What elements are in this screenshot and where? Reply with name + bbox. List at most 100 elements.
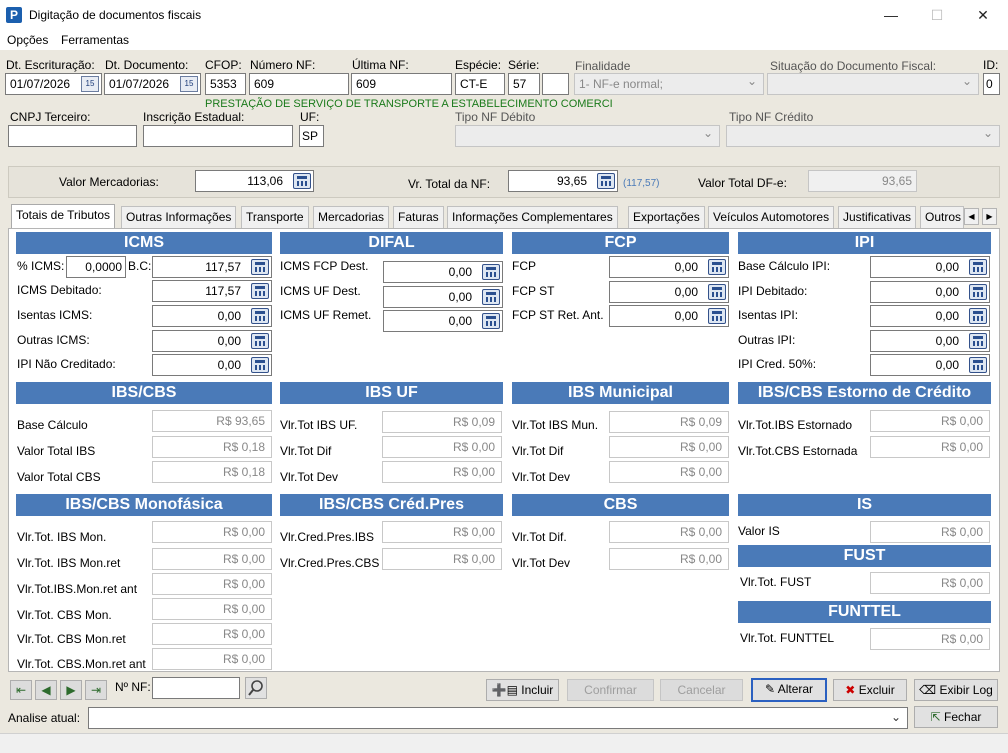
cbs-row-0-field: R$ 0,00 bbox=[609, 521, 729, 543]
ultima-nf-field[interactable]: 609 bbox=[351, 73, 452, 95]
tab-exportacoes[interactable]: Exportações bbox=[628, 206, 705, 228]
difal-row-2-field[interactable]: 0,00 bbox=[383, 310, 503, 332]
difal-row-1-field[interactable]: 0,00 bbox=[383, 286, 503, 308]
tipo-credito-select[interactable] bbox=[726, 125, 1000, 147]
calculator-icon[interactable] bbox=[969, 308, 987, 324]
calculator-icon[interactable] bbox=[969, 357, 987, 373]
ipi-row-1-field[interactable]: 0,00 bbox=[870, 281, 990, 303]
finalidade-select[interactable]: 1- NF-e normal; bbox=[574, 73, 764, 95]
tab-totais-tributos[interactable]: Totais de Tributos bbox=[11, 204, 116, 229]
mono-row-4-value: R$ 0,00 bbox=[222, 627, 265, 641]
vr-total-nf-field[interactable]: 93,65 bbox=[508, 170, 618, 192]
calculator-icon[interactable] bbox=[251, 357, 269, 373]
tab-outras-informacoes[interactable]: Outras Informações bbox=[121, 206, 237, 228]
ibsmun-row-0-field: R$ 0,09 bbox=[609, 411, 729, 433]
first-record-icon[interactable]: ⇤ bbox=[10, 680, 32, 700]
calculator-icon[interactable] bbox=[293, 173, 311, 189]
ibscbs-row-1-label: Valor Total IBS bbox=[17, 444, 96, 458]
fechar-button[interactable]: ⇱ Fechar bbox=[914, 706, 998, 728]
calculator-icon[interactable] bbox=[482, 264, 500, 280]
next-record-icon[interactable]: ▶ bbox=[60, 680, 82, 700]
cfop-field[interactable]: 5353 bbox=[205, 73, 246, 95]
calculator-icon[interactable] bbox=[482, 313, 500, 329]
finalidade-value: 1- NF-e normal; bbox=[579, 77, 664, 91]
calculator-icon[interactable] bbox=[251, 283, 269, 299]
excluir-button[interactable]: ✖ Excluir bbox=[833, 679, 907, 701]
credpres-row-0-label: Vlr.Cred.Pres.IBS bbox=[280, 530, 375, 544]
mono-row-1-field: R$ 0,00 bbox=[152, 548, 272, 570]
calculator-icon[interactable] bbox=[251, 308, 269, 324]
tab-justificativas[interactable]: Justificativas bbox=[838, 206, 917, 228]
last-record-icon[interactable]: ⇥ bbox=[85, 680, 107, 700]
tab-scroll-left-icon[interactable]: ◀ bbox=[964, 208, 979, 225]
incluir-button[interactable]: ➕▤ Incluir bbox=[486, 679, 559, 701]
pct-icms-field[interactable]: 0,0000 bbox=[66, 256, 126, 278]
ipi-row-3-field[interactable]: 0,00 bbox=[870, 330, 990, 352]
id-field[interactable]: 0 bbox=[983, 73, 1000, 95]
tipo-debito-select[interactable] bbox=[455, 125, 720, 147]
cancelar-button[interactable]: Cancelar bbox=[660, 679, 743, 701]
dt-escrituracao-field[interactable]: 01/07/2026 15 bbox=[5, 73, 102, 95]
tab-transporte[interactable]: Transporte bbox=[241, 206, 309, 228]
analise-select[interactable]: ⌄ bbox=[88, 707, 908, 729]
ibscbs-row-0-label: Base Cálculo bbox=[17, 418, 88, 432]
calculator-icon[interactable] bbox=[482, 289, 500, 305]
ie-field[interactable] bbox=[143, 125, 293, 147]
tab-veiculos-automotores[interactable]: Veículos Automotores bbox=[708, 206, 835, 228]
icms-row-1-field[interactable]: 0,00 bbox=[152, 305, 272, 327]
estorno-row-0-field: R$ 0,00 bbox=[870, 410, 990, 432]
calendar-icon[interactable]: 15 bbox=[81, 76, 99, 92]
menu-ferramentas[interactable]: Ferramentas bbox=[61, 33, 129, 47]
calculator-icon[interactable] bbox=[708, 259, 726, 275]
calendar-icon[interactable]: 15 bbox=[180, 76, 198, 92]
maximize-button[interactable]: ☐ bbox=[914, 0, 960, 30]
calculator-icon[interactable] bbox=[597, 173, 615, 189]
calculator-icon[interactable] bbox=[969, 284, 987, 300]
nf-search-field[interactable] bbox=[152, 677, 240, 699]
calculator-icon[interactable] bbox=[708, 284, 726, 300]
difal-row-0-field[interactable]: 0,00 bbox=[383, 261, 503, 283]
fcp-row-2-field[interactable]: 0,00 bbox=[609, 305, 729, 327]
exibir-log-button[interactable]: ⌫ Exibir Log bbox=[914, 679, 998, 701]
icms-row-3-field[interactable]: 0,00 bbox=[152, 354, 272, 376]
calculator-icon[interactable] bbox=[251, 259, 269, 275]
calculator-icon[interactable] bbox=[969, 333, 987, 349]
excluir-label: Excluir bbox=[858, 683, 895, 697]
tab-informacoes-complementares[interactable]: Informações Complementares bbox=[447, 206, 618, 228]
difal-row-2-label: ICMS UF Remet. bbox=[280, 308, 372, 322]
icms-row-0-field[interactable]: 117,57 bbox=[152, 280, 272, 302]
situacao-select[interactable] bbox=[767, 73, 979, 95]
calculator-icon[interactable] bbox=[708, 308, 726, 324]
serie-subserie-field[interactable] bbox=[542, 73, 569, 95]
ipi-row-4-field[interactable]: 0,00 bbox=[870, 354, 990, 376]
tab-outros[interactable]: Outros bbox=[920, 206, 964, 228]
tab-faturas[interactable]: Faturas bbox=[393, 206, 444, 228]
fcp-row-0-field[interactable]: 0,00 bbox=[609, 256, 729, 278]
cnpj-field[interactable] bbox=[8, 125, 137, 147]
calculator-icon[interactable] bbox=[251, 333, 269, 349]
fcp-row-1-field[interactable]: 0,00 bbox=[609, 281, 729, 303]
tipo-debito-label: Tipo NF Débito bbox=[455, 110, 536, 124]
bc-field[interactable]: 117,57 bbox=[152, 256, 272, 278]
icms-row-0-label: ICMS Debitado: bbox=[17, 283, 102, 297]
menu-opcoes[interactable]: Opções bbox=[7, 33, 48, 47]
alterar-button[interactable]: ✎ Alterar bbox=[751, 678, 827, 702]
ipi-row-2-field[interactable]: 0,00 bbox=[870, 305, 990, 327]
prev-record-icon[interactable]: ◀ bbox=[35, 680, 57, 700]
serie-field[interactable]: 57 bbox=[508, 73, 540, 95]
confirmar-button[interactable]: Confirmar bbox=[567, 679, 654, 701]
ipi-row-1-label: IPI Debitado: bbox=[738, 284, 808, 298]
icms-row-2-field[interactable]: 0,00 bbox=[152, 330, 272, 352]
valor-mercadorias-field[interactable]: 113,06 bbox=[195, 170, 314, 192]
tab-mercadorias[interactable]: Mercadorias bbox=[313, 206, 390, 228]
ipi-row-0-field[interactable]: 0,00 bbox=[870, 256, 990, 278]
especie-field[interactable]: CT-E bbox=[455, 73, 505, 95]
numero-nf-field[interactable]: 609 bbox=[249, 73, 349, 95]
calculator-icon[interactable] bbox=[969, 259, 987, 275]
uf-field[interactable]: SP bbox=[299, 125, 324, 147]
tab-scroll-right-icon[interactable]: ▶ bbox=[982, 208, 997, 225]
search-icon[interactable] bbox=[245, 677, 267, 699]
close-button[interactable]: ✕ bbox=[960, 0, 1006, 30]
dt-documento-field[interactable]: 01/07/2026 15 bbox=[104, 73, 201, 95]
minimize-button[interactable]: — bbox=[868, 0, 914, 30]
